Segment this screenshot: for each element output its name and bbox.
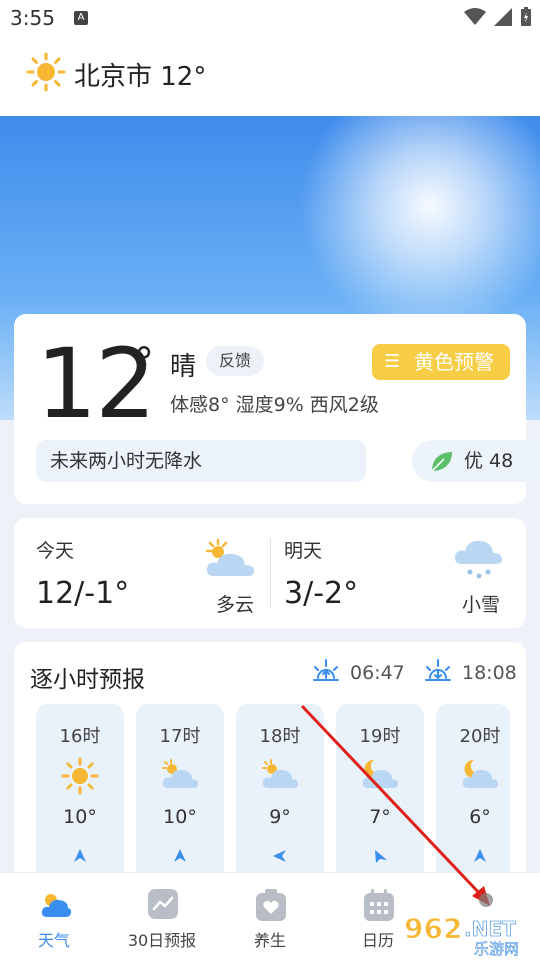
hourly-title: 逐小时预报 <box>30 667 145 693</box>
tomorrow-temp: 3/-2° <box>284 576 359 611</box>
hourly-forecast-card: 逐小时预报 06:47 18:08 16时 10° 17时 10° 18时 9°… <box>14 642 526 904</box>
wind-direction-icon <box>74 849 86 862</box>
partly-cloudy-night-icon <box>362 759 398 788</box>
divider <box>270 538 271 608</box>
hour-time: 19时 <box>359 726 401 747</box>
watermark-site: 乐游网 <box>474 940 519 956</box>
watermark-logo: 962 .NET 乐游网 <box>402 908 536 959</box>
partly-cloudy-icon <box>262 759 298 788</box>
wind-direction-icon <box>375 850 387 863</box>
feedback-button[interactable]: 反馈 <box>206 346 264 376</box>
today-label: 今天 <box>36 540 75 562</box>
battery-icon <box>521 7 531 26</box>
menu-icon: ☰ <box>384 351 401 372</box>
status-icons <box>464 7 532 27</box>
hour-temp: 6° <box>469 806 491 828</box>
sunset-icon <box>425 659 451 681</box>
sunrise-time: 06:47 <box>350 662 405 684</box>
rain-forecast[interactable]: 未来两小时无降水 <box>36 440 366 482</box>
current-weather-card: 12 ° 晴 反馈 ☰ 黄色预警 体感8° 湿度9% 西风2级 未来两小时无降水… <box>14 314 540 504</box>
current-condition: 晴 <box>170 352 197 382</box>
trend-icon <box>148 889 178 919</box>
hour-temp: 10° <box>163 806 197 828</box>
daily-summary-card[interactable]: 今天 12/-1° 多云 明天 3/-2° 小雪 <box>14 518 526 628</box>
signal-icon <box>494 8 512 26</box>
hour-temp: 7° <box>369 806 391 828</box>
health-icon <box>256 889 286 921</box>
nav-label: 30日预报 <box>127 931 197 950</box>
tomorrow-condition: 小雪 <box>462 594 501 616</box>
aqi-value: 优 48 <box>464 450 514 472</box>
sunrise-icon <box>313 659 339 681</box>
sun-icon <box>61 757 99 795</box>
nav-label: 养生 <box>253 931 286 950</box>
weather-icon <box>41 894 72 917</box>
hour-time: 16时 <box>59 726 101 747</box>
city-title[interactable]: 北京市 12° <box>74 56 206 93</box>
degree-symbol: ° <box>134 340 154 386</box>
nav-label: 天气 <box>37 931 70 950</box>
partly-cloudy-night-icon <box>462 759 498 788</box>
leaf-icon <box>431 452 452 472</box>
status-bar: 3:55 A <box>0 0 540 36</box>
hour-time: 18时 <box>259 726 301 747</box>
nav-30-day-forecast[interactable]: 30日预报 <box>112 873 212 961</box>
wind-direction-icon <box>474 849 486 862</box>
watermark-net: .NET <box>464 917 516 941</box>
wifi-icon <box>464 8 486 25</box>
watermark-number: 962 <box>404 912 462 945</box>
notification-icon: A <box>74 11 88 25</box>
header: 北京市 12° <box>0 36 540 116</box>
tomorrow-label: 明天 <box>284 540 323 562</box>
partly-cloudy-icon <box>162 759 198 788</box>
sunset-time: 18:08 <box>462 662 517 684</box>
hour-time: 17时 <box>159 726 201 747</box>
today-condition: 多云 <box>216 594 255 616</box>
wind-direction-icon <box>273 850 286 862</box>
warning-label: 黄色预警 <box>414 350 494 374</box>
partly-cloudy-icon <box>205 538 254 576</box>
hour-temp: 9° <box>269 806 291 828</box>
sun-icon <box>26 52 66 92</box>
nav-health[interactable]: 养生 <box>220 873 320 961</box>
wind-direction-icon <box>174 849 186 862</box>
status-time: 3:55 <box>10 6 55 30</box>
today-temp: 12/-1° <box>36 576 130 611</box>
nav-weather[interactable]: 天气 <box>4 873 104 961</box>
calendar-icon <box>364 889 394 921</box>
air-quality-badge[interactable]: 优 48 <box>412 440 540 482</box>
yellow-warning-button[interactable]: ☰ 黄色预警 <box>372 344 510 380</box>
hour-temp: 10° <box>63 806 97 828</box>
light-snow-icon <box>454 540 502 579</box>
weather-details: 体感8° 湿度9% 西风2级 <box>170 394 379 416</box>
hour-time: 20时 <box>459 726 501 747</box>
